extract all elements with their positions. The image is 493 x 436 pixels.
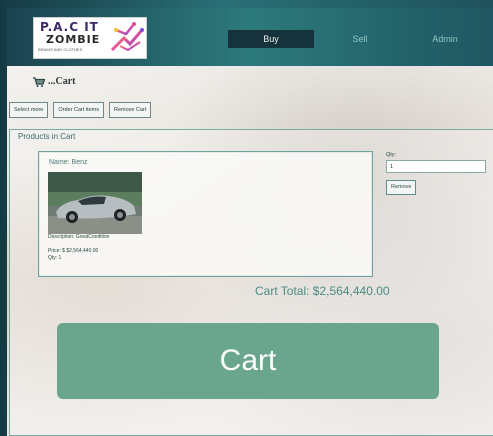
page-title-text: ...Cart	[48, 76, 76, 87]
logo-line1: P.A.C IT	[40, 20, 99, 34]
top-header: P.A.C IT ZOMBIE BRAINS AND CLOTHES Buy S…	[7, 8, 493, 66]
nav-sell[interactable]: Sell	[317, 30, 403, 48]
product-qty: Qty: 1	[48, 255, 62, 261]
logo-line2: ZOMBIE	[46, 33, 101, 46]
nav-buy[interactable]: Buy	[228, 30, 314, 48]
logo-circuit-icon	[110, 22, 144, 52]
product-description: Description: GreatCondition	[48, 234, 110, 240]
page-title: ...Cart	[33, 76, 76, 87]
remove-cart-button[interactable]: Remove Cart	[109, 102, 152, 118]
cart-toolbar: Select more Order Cart items Remove Cart	[9, 102, 152, 118]
product-image	[48, 172, 142, 234]
logo-line3: BRAINS AND CLOTHES	[38, 47, 83, 52]
remove-item-button[interactable]: Remove	[386, 180, 417, 195]
app-window: P.A.C IT ZOMBIE BRAINS AND CLOTHES Buy S…	[7, 8, 493, 436]
cart-button[interactable]: Cart	[57, 323, 439, 399]
order-cart-items-button[interactable]: Order Cart items	[53, 102, 105, 118]
site-logo[interactable]: P.A.C IT ZOMBIE BRAINS AND CLOTHES	[33, 17, 147, 59]
cart-total: Cart Total: $2,564,440.00	[255, 284, 390, 298]
select-more-button[interactable]: Select more	[9, 102, 49, 118]
nav-admin[interactable]: Admin	[402, 30, 488, 48]
products-panel-title: Products in Cart	[18, 132, 76, 141]
product-price: Price: $ $2,564,440.00	[48, 248, 99, 254]
shopping-cart-icon	[33, 76, 45, 87]
qty-input[interactable]: 1	[386, 160, 486, 173]
product-name: Name: Benz	[49, 159, 88, 166]
qty-label: Qty:	[386, 152, 397, 158]
